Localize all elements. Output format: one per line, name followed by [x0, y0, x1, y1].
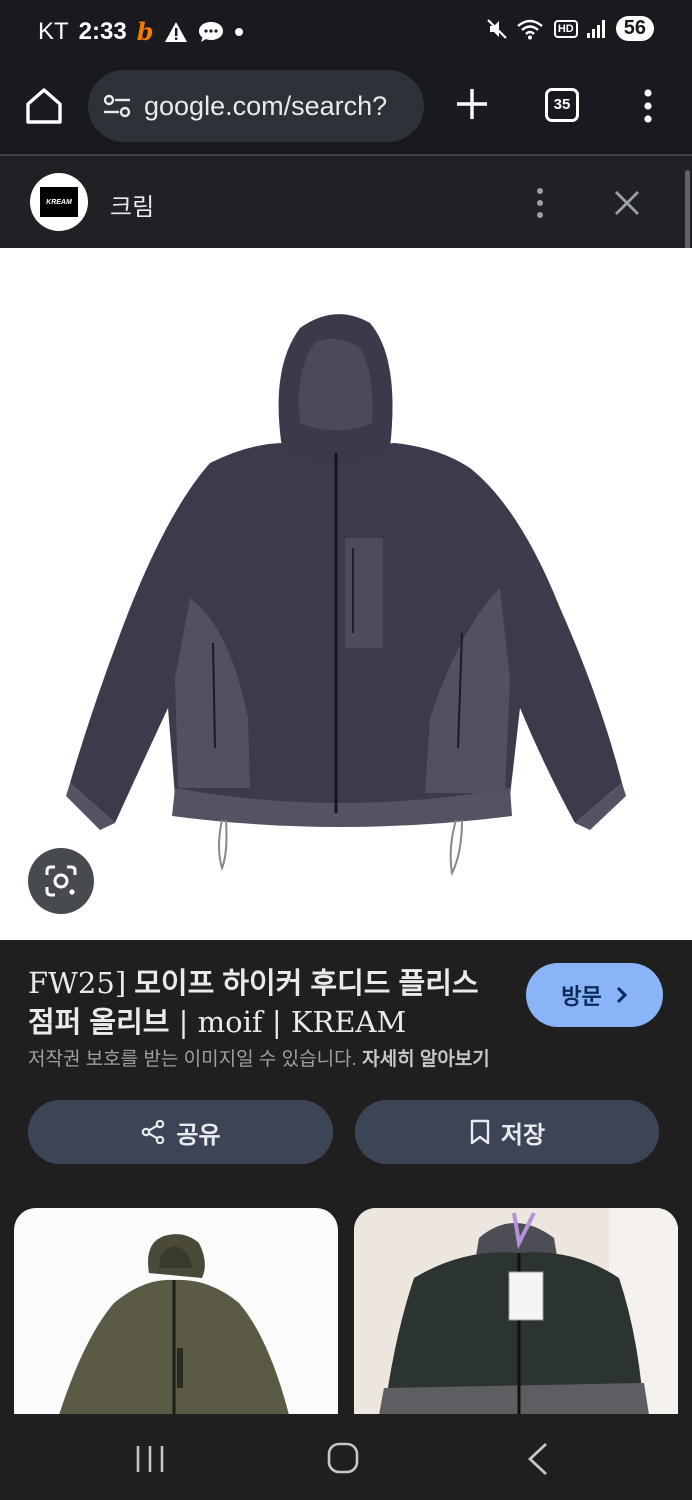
- save-button[interactable]: 저장: [355, 1100, 659, 1164]
- status-bar: KT 2:33 b HD 56: [0, 0, 692, 64]
- clock: 2:33: [78, 17, 127, 45]
- address-bar[interactable]: google.com/search?: [88, 70, 424, 142]
- recent-apps-icon[interactable]: [133, 1444, 167, 1474]
- close-icon[interactable]: [610, 186, 644, 220]
- wifi-icon: [517, 19, 543, 39]
- dot-icon: [234, 27, 243, 36]
- more-vert-icon[interactable]: [636, 86, 660, 126]
- title-prefix: FW25]: [28, 966, 127, 1000]
- tab-switcher-button[interactable]: 35: [545, 88, 579, 122]
- olive-fleece-jacket-thumbnail: [59, 1234, 289, 1415]
- visit-label: 방문: [561, 984, 602, 1009]
- signal-icon: [586, 19, 605, 38]
- visit-button[interactable]: 방문: [526, 963, 663, 1027]
- copyright-notice: 저작권 보호를 받는 이미지일 수 있습니다. 자세히 알아보기: [28, 1044, 490, 1071]
- bookmark-icon: [470, 1119, 490, 1145]
- home-icon[interactable]: [22, 84, 66, 128]
- share-button[interactable]: 공유: [28, 1100, 333, 1164]
- black-fleece-jacket-thumbnail: [354, 1208, 678, 1415]
- back-icon[interactable]: [524, 1442, 552, 1476]
- site-logo[interactable]: KREAM: [30, 173, 88, 231]
- copyright-text: 저작권 보호를 받는 이미지일 수 있습니다.: [28, 1049, 357, 1070]
- battery-indicator: 56: [615, 16, 654, 41]
- title-suffix: | moif | KREAM: [169, 1005, 407, 1039]
- kream-logo: KREAM: [40, 187, 78, 217]
- carrier: KT: [38, 17, 69, 45]
- system-navigation-bar: [0, 1414, 692, 1500]
- message-icon: [198, 21, 223, 42]
- hooded-fleece-jacket-image: [66, 314, 626, 877]
- lens-icon: [45, 865, 77, 897]
- image-title[interactable]: FW25] 모이프 하이커 후디드 플리스 점퍼 올리브 | moif | KR…: [28, 964, 498, 1042]
- main-image[interactable]: [0, 248, 692, 940]
- share-label: 공유: [176, 1121, 221, 1149]
- warning-icon: [164, 21, 187, 42]
- site-name[interactable]: 크림: [110, 187, 154, 222]
- save-label: 저장: [500, 1121, 546, 1149]
- new-tab-button[interactable]: [452, 82, 492, 126]
- related-image-black-jacket[interactable]: [354, 1208, 678, 1415]
- learn-more-link[interactable]: 자세히 알아보기: [362, 1049, 490, 1070]
- site-settings-icon[interactable]: [102, 91, 132, 121]
- hd-voice-icon: HD: [553, 19, 578, 38]
- notification-app-icon: b: [136, 17, 154, 46]
- mute-icon: [487, 18, 507, 39]
- home-nav-icon[interactable]: [327, 1442, 359, 1474]
- related-image-olive-jacket[interactable]: [14, 1208, 338, 1415]
- plus-icon: [457, 89, 487, 119]
- google-lens-button[interactable]: [28, 848, 94, 914]
- image-viewer-header: KREAM 크림: [0, 156, 692, 248]
- chevron-right-icon: [616, 986, 627, 1004]
- browser-toolbar: google.com/search? 35: [0, 64, 692, 154]
- more-vert-icon[interactable]: [528, 186, 552, 220]
- image-info-panel: FW25] 모이프 하이커 후디드 플리스 점퍼 올리브 | moif | KR…: [0, 940, 692, 1415]
- share-icon: [142, 1119, 165, 1145]
- url-text[interactable]: google.com/search?: [144, 91, 387, 122]
